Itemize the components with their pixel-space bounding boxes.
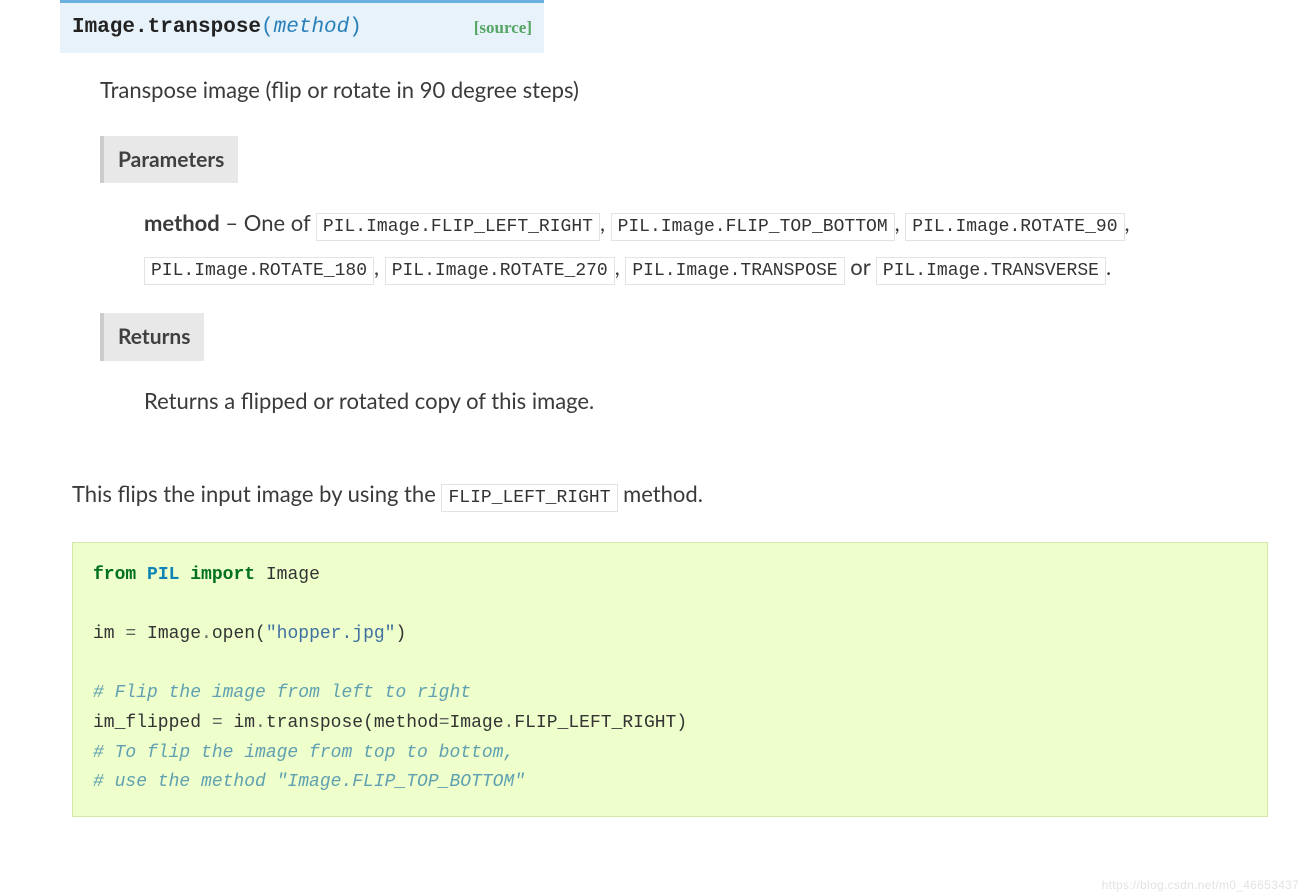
op-eq: = xyxy=(125,624,136,644)
string-literal: "hopper.jpg" xyxy=(266,624,396,644)
returns-body: Returns a flipped or rotated copy of thi… xyxy=(100,379,1245,447)
const-flip-left-right: PIL.Image.FLIP_LEFT_RIGHT xyxy=(316,213,600,241)
code-text: transpose(method xyxy=(266,713,439,733)
separator: , xyxy=(1125,209,1130,236)
signature-qualname: Image.transpose xyxy=(72,12,261,44)
separator: , xyxy=(600,209,605,236)
method-block: Image.transpose(method) [source] Transpo… xyxy=(60,0,1245,817)
const-rotate-180: PIL.Image.ROTATE_180 xyxy=(144,257,374,285)
parameters-body: method – One of PIL.Image.FLIP_LEFT_RIGH… xyxy=(100,201,1245,313)
example-intro: This flips the input image by using the … xyxy=(72,477,1245,512)
comment: # use the method "Image.FLIP_TOP_BOTTOM" xyxy=(93,772,525,792)
method-signature: Image.transpose(method) [source] xyxy=(60,0,544,53)
kw-import: import xyxy=(190,565,255,585)
code-block: from PIL import Image im = Image.open("h… xyxy=(72,542,1268,818)
param-name: method xyxy=(144,209,220,236)
code-text: ) xyxy=(395,624,406,644)
kw-from: from xyxy=(93,565,136,585)
comment: # Flip the image from left to right xyxy=(93,683,471,703)
code-text: FLIP_LEFT_RIGHT) xyxy=(514,713,687,733)
intro-pre: This flips the input image by using the xyxy=(72,480,441,507)
returns-heading: Returns xyxy=(100,313,204,361)
module-pil: PIL xyxy=(147,565,179,585)
op-dot: . xyxy=(504,713,515,733)
const-transpose: PIL.Image.TRANSPOSE xyxy=(625,257,844,285)
const-rotate-90: PIL.Image.ROTATE_90 xyxy=(905,213,1124,241)
intro-code: FLIP_LEFT_RIGHT xyxy=(441,484,617,512)
op-eq: = xyxy=(439,713,450,733)
op-eq: = xyxy=(212,713,223,733)
code-text: im xyxy=(223,713,255,733)
code-text: Image xyxy=(450,713,504,733)
separator: , xyxy=(615,253,620,280)
code-text: open( xyxy=(212,624,266,644)
const-flip-top-bottom: PIL.Image.FLIP_TOP_BOTTOM xyxy=(611,213,895,241)
param-lead-text: – One of xyxy=(220,209,316,236)
source-link[interactable]: [source] xyxy=(474,15,532,41)
signature-close-paren: ) xyxy=(349,12,362,44)
separator-or: or xyxy=(845,253,876,280)
comment: # To flip the image from top to bottom, xyxy=(93,743,514,763)
op-dot: . xyxy=(201,624,212,644)
signature-param: method xyxy=(274,12,350,44)
separator: , xyxy=(895,209,900,236)
field-list: Parameters method – One of PIL.Image.FLI… xyxy=(100,136,1245,447)
intro-post: method. xyxy=(618,480,703,507)
import-name: Image xyxy=(266,565,320,585)
code-text: Image xyxy=(136,624,201,644)
method-description: Transpose image (flip or rotate in 90 de… xyxy=(100,73,1245,106)
watermark: https://blog.csdn.net/m0_46653437 xyxy=(1102,876,1299,894)
code-text: im xyxy=(93,624,125,644)
separator: , xyxy=(374,253,379,280)
signature-open-paren: ( xyxy=(261,12,274,44)
op-dot: . xyxy=(255,713,266,733)
code-text: im_flipped xyxy=(93,713,212,733)
const-transverse: PIL.Image.TRANSVERSE xyxy=(876,257,1106,285)
method-content: Transpose image (flip or rotate in 90 de… xyxy=(60,53,1245,818)
const-rotate-270: PIL.Image.ROTATE_270 xyxy=(385,257,615,285)
parameters-heading: Parameters xyxy=(100,136,238,184)
separator-period: . xyxy=(1106,253,1111,280)
